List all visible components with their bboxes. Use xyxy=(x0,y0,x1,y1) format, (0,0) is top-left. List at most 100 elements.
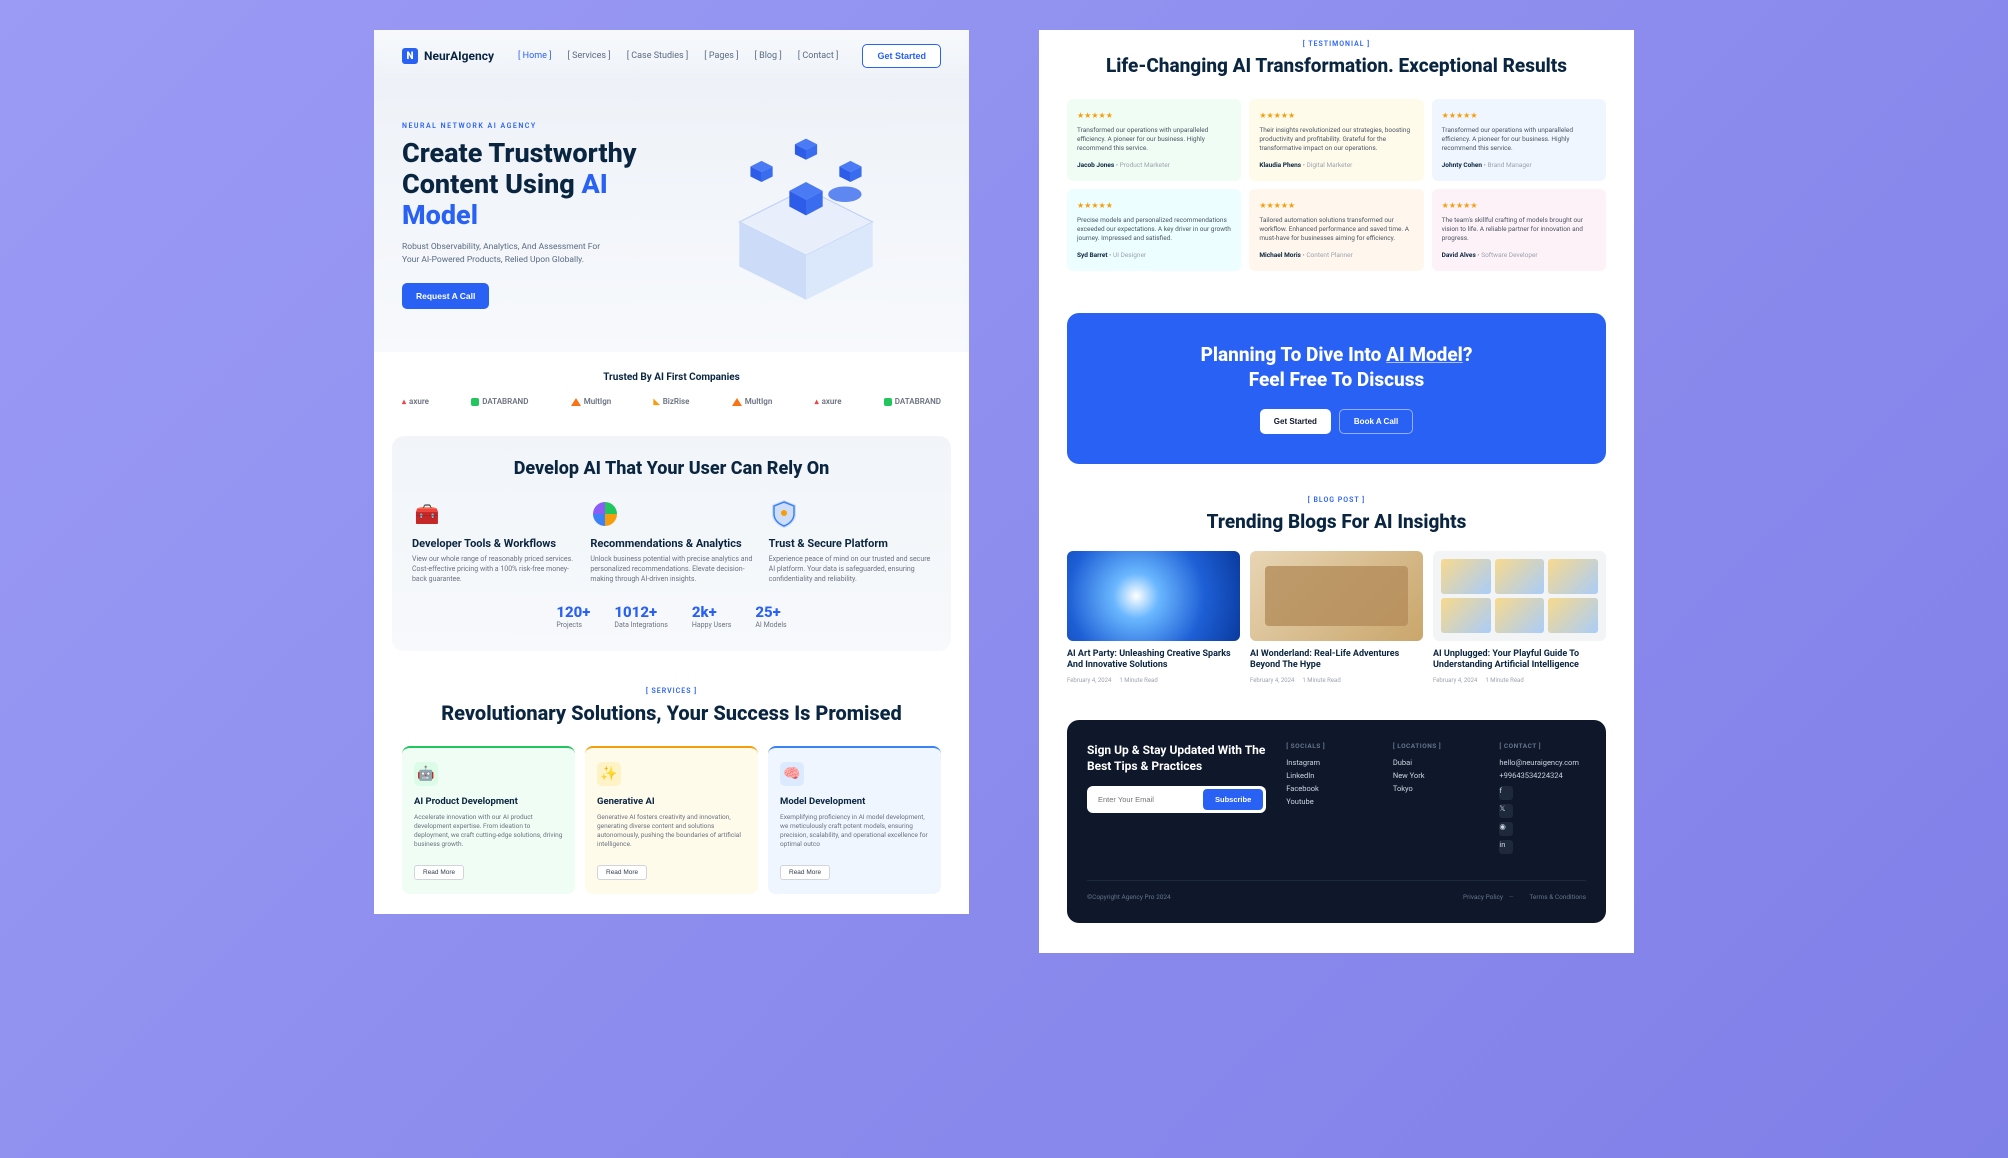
blog-card[interactable]: AI Art Party: Unleashing Creative Sparks… xyxy=(1067,551,1240,684)
hero-subtitle: Robust Observability, Analytics, And Ass… xyxy=(402,241,612,267)
hero-title: Create Trustworthy Content Using AI Mode… xyxy=(402,138,672,231)
rating-stars-icon: ★★★★★ xyxy=(1259,201,1413,210)
footer-top: Sign Up & Stay Updated With The Best Tip… xyxy=(1087,742,1586,858)
copyright: ©Copyright Agency Pro 2024 xyxy=(1087,893,1171,901)
stats-row: 120+Projects 1012+Data Integrations 2k+H… xyxy=(412,603,931,629)
footer-heading: Sign Up & Stay Updated With The Best Tip… xyxy=(1087,742,1266,774)
cta-book-call-button[interactable]: Book A Call xyxy=(1339,409,1413,434)
read-more-button[interactable]: Read More xyxy=(597,865,647,880)
twitter-icon[interactable]: 𝕏 xyxy=(1499,804,1513,818)
rating-stars-icon: ★★★★★ xyxy=(1442,201,1596,210)
testimonial-card: ★★★★★ The team's skillful crafting of mo… xyxy=(1432,189,1606,271)
email-form: Subscribe xyxy=(1087,786,1266,813)
trusted-section: Trusted By AI First Companies ▴axure DAT… xyxy=(374,352,969,426)
terms-link[interactable]: Terms & Conditions xyxy=(1529,893,1586,901)
shield-icon xyxy=(769,499,799,529)
develop-section: Develop AI That Your User Can Rely On 🧰 … xyxy=(392,436,951,651)
rating-stars-icon: ★★★★★ xyxy=(1259,111,1413,120)
footer-locations: [ LOCATIONS ] Dubai New York Tokyo xyxy=(1393,742,1480,858)
contact-email: hello@neuraigency.com xyxy=(1499,758,1586,767)
read-more-button[interactable]: Read More xyxy=(414,865,464,880)
blog-thumbnail xyxy=(1433,551,1606,641)
privacy-link[interactable]: Privacy Policy xyxy=(1463,893,1503,901)
logo-icon: N xyxy=(402,48,418,64)
logo-databrand: DATABRAND xyxy=(471,397,528,406)
blog-thumbnail xyxy=(1067,551,1240,641)
nav-blog[interactable]: [ Blog ] xyxy=(755,51,782,61)
blog-section: [ BLOG POST ] Trending Blogs For AI Insi… xyxy=(1039,482,1634,708)
service-card-generative[interactable]: ✨ Generative AI Generative AI fosters cr… xyxy=(585,746,758,894)
develop-columns: 🧰 Developer Tools & Workflows View our w… xyxy=(412,499,931,585)
rating-stars-icon: ★★★★★ xyxy=(1077,111,1231,120)
hero-section: NEURAL NETWORK AI AGENCY Create Trustwor… xyxy=(374,82,969,352)
trusted-logos: ▴axure DATABRAND MultIgn ◣BizRise MultIg… xyxy=(402,397,941,406)
blog-thumbnail xyxy=(1250,551,1423,641)
product-dev-icon: 🤖 xyxy=(414,762,438,786)
develop-title: Develop AI That Your User Can Rely On xyxy=(412,458,931,479)
testimonial-card: ★★★★★ Tailored automation solutions tran… xyxy=(1249,189,1423,271)
landing-page-top: N NeurAIgency [ Home ] [ Services ] [ Ca… xyxy=(374,30,969,914)
social-youtube[interactable]: Youtube xyxy=(1286,797,1373,806)
logo-multign: MultIgn xyxy=(571,397,612,406)
brand-name: NeurAIgency xyxy=(424,49,494,63)
services-section: [ SERVICES ] Revolutionary Solutions, Yo… xyxy=(374,661,969,914)
nav-contact[interactable]: [ Contact ] xyxy=(798,51,839,61)
blog-card[interactable]: AI Unplugged: Your Playful Guide To Unde… xyxy=(1433,551,1606,684)
social-instagram[interactable]: Instagram xyxy=(1286,758,1373,767)
blog-title: Trending Blogs For AI Insights xyxy=(1067,510,1606,533)
nav-case-studies[interactable]: [ Case Studies ] xyxy=(627,51,689,61)
social-linkedin[interactable]: LinkedIn xyxy=(1286,771,1373,780)
footer: Sign Up & Stay Updated With The Best Tip… xyxy=(1067,720,1606,923)
facebook-icon[interactable]: f xyxy=(1499,786,1513,800)
request-call-button[interactable]: Request A Call xyxy=(402,283,489,309)
nav-links: [ Home ] [ Services ] [ Case Studies ] [… xyxy=(518,51,838,61)
instagram-icon[interactable]: ◉ xyxy=(1499,822,1513,836)
landing-page-bottom: [ TESTIMONIAL ] Life-Changing AI Transfo… xyxy=(1039,30,1634,953)
logo-axure: ▴axure xyxy=(402,397,429,406)
isometric-cube-icon xyxy=(691,122,921,322)
generative-ai-icon: ✨ xyxy=(597,762,621,786)
testimonial-card: ★★★★★ Transformed our operations with un… xyxy=(1432,99,1606,181)
contact-phone: +99643534224324 xyxy=(1499,771,1586,780)
logo-bizrise: ◣BizRise xyxy=(654,397,690,406)
services-title: Revolutionary Solutions, Your Success Is… xyxy=(402,701,941,726)
cta-title: Planning To Dive Into AI Model? Feel Fre… xyxy=(1087,343,1586,392)
dev-col-tools: 🧰 Developer Tools & Workflows View our w… xyxy=(412,499,574,585)
social-facebook[interactable]: Facebook xyxy=(1286,784,1373,793)
dev-col-trust: Trust & Secure Platform Experience peace… xyxy=(769,499,931,585)
linkedin-icon[interactable]: in xyxy=(1499,840,1513,854)
service-card-model[interactable]: 🧠 Model Development Exemplifying profici… xyxy=(768,746,941,894)
stat-projects: 120+Projects xyxy=(556,603,590,629)
testimonial-card: ★★★★★ Precise models and personalized re… xyxy=(1067,189,1241,271)
services-row: 🤖 AI Product Development Accelerate inno… xyxy=(402,746,941,894)
logo-multign-2: MultIgn xyxy=(732,397,773,406)
testimonials-eyebrow: [ TESTIMONIAL ] xyxy=(1067,40,1606,48)
testimonials-grid: ★★★★★ Transformed our operations with un… xyxy=(1067,99,1606,272)
subscribe-button[interactable]: Subscribe xyxy=(1203,789,1263,810)
get-started-button[interactable]: Get Started xyxy=(862,44,941,68)
services-eyebrow: [ SERVICES ] xyxy=(402,687,941,695)
cta-get-started-button[interactable]: Get Started xyxy=(1260,409,1331,434)
footer-bottom: ©Copyright Agency Pro 2024 Privacy Polic… xyxy=(1087,880,1586,901)
analytics-icon xyxy=(590,499,620,529)
hero-eyebrow: NEURAL NETWORK AI AGENCY xyxy=(402,122,672,130)
footer-contact: [ CONTACT ] hello@neuraigency.com +99643… xyxy=(1499,742,1586,858)
nav-services[interactable]: [ Services ] xyxy=(568,51,611,61)
nav-pages[interactable]: [ Pages ] xyxy=(704,51,738,61)
nav-home[interactable]: [ Home ] xyxy=(518,51,551,61)
hero-illustration xyxy=(672,122,942,322)
testimonial-card: ★★★★★ Transformed our operations with un… xyxy=(1067,99,1241,181)
blog-card[interactable]: AI Wonderland: Real-Life Adventures Beyo… xyxy=(1250,551,1423,684)
stat-users: 2k+Happy Users xyxy=(692,603,732,629)
testimonial-card: ★★★★★ Their insights revolutionized our … xyxy=(1249,99,1423,181)
logo[interactable]: N NeurAIgency xyxy=(402,48,494,64)
email-input[interactable] xyxy=(1090,789,1203,810)
navbar: N NeurAIgency [ Home ] [ Services ] [ Ca… xyxy=(374,30,969,82)
rating-stars-icon: ★★★★★ xyxy=(1077,201,1231,210)
read-more-button[interactable]: Read More xyxy=(780,865,830,880)
stat-integrations: 1012+Data Integrations xyxy=(614,603,667,629)
service-card-product[interactable]: 🤖 AI Product Development Accelerate inno… xyxy=(402,746,575,894)
logo-databrand-2: DATABRAND xyxy=(884,397,941,406)
testimonials-section: [ TESTIMONIAL ] Life-Changing AI Transfo… xyxy=(1039,30,1634,295)
cta-buttons: Get Started Book A Call xyxy=(1087,409,1586,434)
